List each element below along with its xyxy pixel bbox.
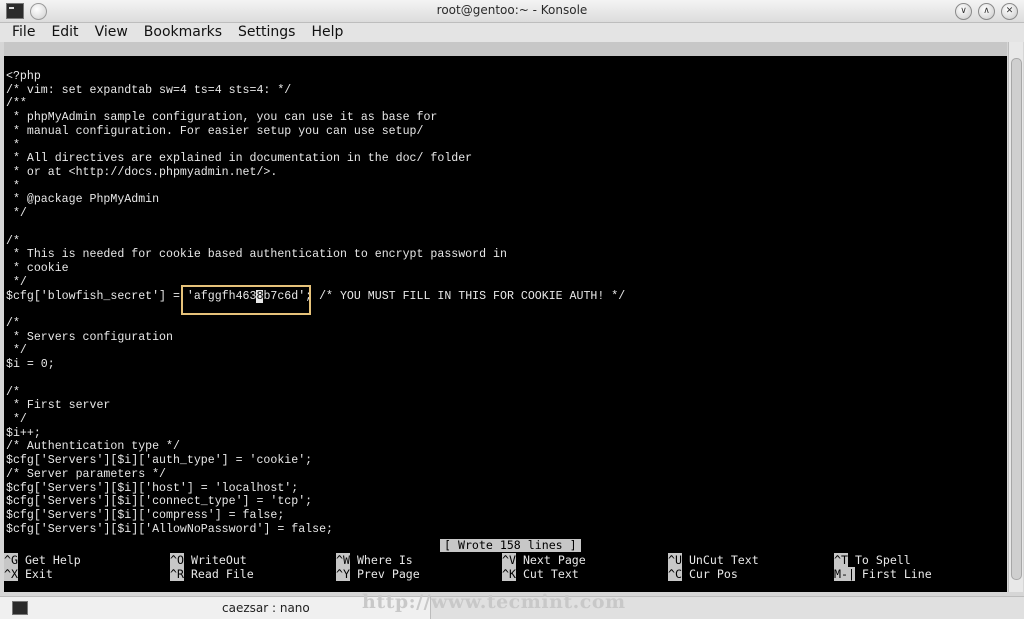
scrollbar[interactable]: [1008, 42, 1023, 592]
shortcut-label: Exit: [17, 567, 53, 581]
shortcut-item: ^X Exit: [4, 567, 53, 581]
menu-edit[interactable]: Edit: [43, 23, 86, 42]
shortcut-label: Read File: [183, 567, 254, 581]
window-titlebar: root@gentoo:~ - Konsole ∨ ∧ ✕: [0, 0, 1024, 23]
scrollbar-thumb[interactable]: [1011, 58, 1022, 580]
code-line: * manual configuration. For easier setup…: [6, 124, 424, 138]
code-line: *: [6, 179, 20, 193]
shortcut-item: ^G Get Help: [4, 553, 81, 567]
shortcut-key: ^U: [668, 553, 682, 567]
shortcut-item: ^T To Spell: [834, 553, 911, 567]
shortcut-key: ^O: [170, 553, 184, 567]
code-line: /* vim: set expandtab sw=4 ts=4 sts=4: *…: [6, 83, 292, 97]
nano-status: [ Wrote 158 lines ]: [440, 539, 581, 552]
watermark: http://www.tecmint.com: [362, 591, 626, 613]
shortcut-label: Where Is: [349, 553, 413, 567]
code-line: * This is needed for cookie based authen…: [6, 248, 507, 262]
code-line: * cookie: [6, 262, 69, 276]
menu-view[interactable]: View: [87, 23, 136, 42]
code-line: * phpMyAdmin sample configuration, you c…: [6, 111, 438, 125]
shortcut-label: To Spell: [847, 553, 911, 567]
code-line: */: [6, 275, 27, 289]
menu-settings[interactable]: Settings: [230, 23, 303, 42]
shortcut-key: ^K: [502, 567, 516, 581]
menu-file[interactable]: File: [4, 23, 43, 42]
shortcut-key: ^R: [170, 567, 184, 581]
shortcut-key: M-|: [834, 567, 855, 581]
code-line: $i = 0;: [6, 358, 55, 372]
shortcut-label: Cut Text: [515, 567, 579, 581]
terminal-area[interactable]: GNU nano 2.3.2 File: /usr/share/webapps/…: [4, 42, 1007, 592]
code-line: $i++;: [6, 426, 41, 440]
shortcut-label: Prev Page: [349, 567, 420, 581]
shortcut-key: ^T: [834, 553, 848, 567]
code-line: $cfg['Servers'][$i]['connect_type'] = 't…: [6, 495, 313, 509]
window-title: root@gentoo:~ - Konsole: [436, 3, 588, 17]
shortcut-key: ^C: [668, 567, 682, 581]
code-line: */: [6, 207, 27, 221]
shortcut-label: First Line: [854, 567, 932, 581]
code-line: * or at <http://docs.phpmyadmin.net/>.: [6, 166, 278, 180]
minimize-icon[interactable]: ∨: [955, 3, 972, 20]
code-line: * @package PhpMyAdmin: [6, 193, 160, 207]
shortcut-label: WriteOut: [183, 553, 247, 567]
shortcut-item: ^W Where Is: [336, 553, 413, 567]
code-line: * All directives are explained in docume…: [6, 152, 473, 166]
code-line: */: [6, 344, 27, 358]
nano-version: GNU nano 2.3.2: [18, 56, 116, 70]
menu-bookmarks[interactable]: Bookmarks: [136, 23, 230, 42]
maximize-icon[interactable]: ∧: [978, 3, 995, 20]
shortcut-item: ^C Cur Pos: [668, 567, 738, 581]
code-line: *: [6, 138, 20, 152]
code-line: /* Server parameters */: [6, 467, 167, 481]
code-line: /*: [6, 316, 20, 330]
shortcut-key: ^G: [4, 553, 18, 567]
shortcut-item: ^O WriteOut: [170, 553, 247, 567]
shortcut-item: ^Y Prev Page: [336, 567, 420, 581]
shortcut-key: ^X: [4, 567, 18, 581]
code-line: * First server: [6, 399, 111, 413]
editor-buffer[interactable]: <?php/* vim: set expandtab sw=4 ts=4 sts…: [6, 70, 625, 536]
shortcut-item: M-| First Line: [834, 567, 932, 581]
shortcut-label: Cur Pos: [681, 567, 738, 581]
shortcut-key: ^V: [502, 553, 516, 567]
code-line: /*: [6, 385, 20, 399]
shortcut-item: ^U UnCut Text: [668, 553, 759, 567]
shortcut-item: ^R Read File: [170, 567, 254, 581]
code-line: */: [6, 412, 27, 426]
shortcut-key: ^W: [336, 553, 350, 567]
shortcut-key: ^Y: [336, 567, 350, 581]
nano-header: GNU nano 2.3.2 File: /usr/share/webapps/…: [4, 42, 1007, 84]
code-line: $cfg['Servers'][$i]['host'] = 'localhost…: [6, 481, 299, 495]
highlight-box: [181, 285, 311, 315]
shortcut-label: UnCut Text: [681, 553, 759, 567]
code-line: <?php: [6, 70, 41, 83]
code-line: /* Authentication type */: [6, 440, 180, 454]
code-line: /**: [6, 97, 27, 111]
shortcut-item: ^K Cut Text: [502, 567, 579, 581]
window-controls: ∨ ∧ ✕: [955, 3, 1018, 20]
shortcut-label: Next Page: [515, 553, 586, 567]
code-line: $cfg['Servers'][$i]['auth_type'] = 'cook…: [6, 454, 313, 468]
nano-shortcuts: ^G Get Help ^O WriteOut ^W Where Is ^V Next…: [4, 553, 1007, 583]
code-line: $cfg['Servers'][$i]['compress'] = false;: [6, 509, 285, 522]
menu-help[interactable]: Help: [303, 23, 351, 42]
code-line: $cfg['blowfish_secret'] = 'afggfh4638b7c…: [6, 289, 626, 303]
menu-bar: File Edit View Bookmarks Settings Help: [0, 23, 1024, 42]
code-line: * Servers configuration: [6, 330, 173, 344]
code-line: $cfg['Servers'][$i]['AllowNoPassword'] =…: [6, 522, 333, 536]
tab-label: caezsar : nano: [222, 601, 310, 615]
shortcut-item: ^V Next Page: [502, 553, 586, 567]
terminal-icon: [12, 601, 28, 615]
close-icon[interactable]: ✕: [1001, 3, 1018, 20]
shortcut-label: Get Help: [17, 553, 81, 567]
code-line: /*: [6, 234, 20, 248]
